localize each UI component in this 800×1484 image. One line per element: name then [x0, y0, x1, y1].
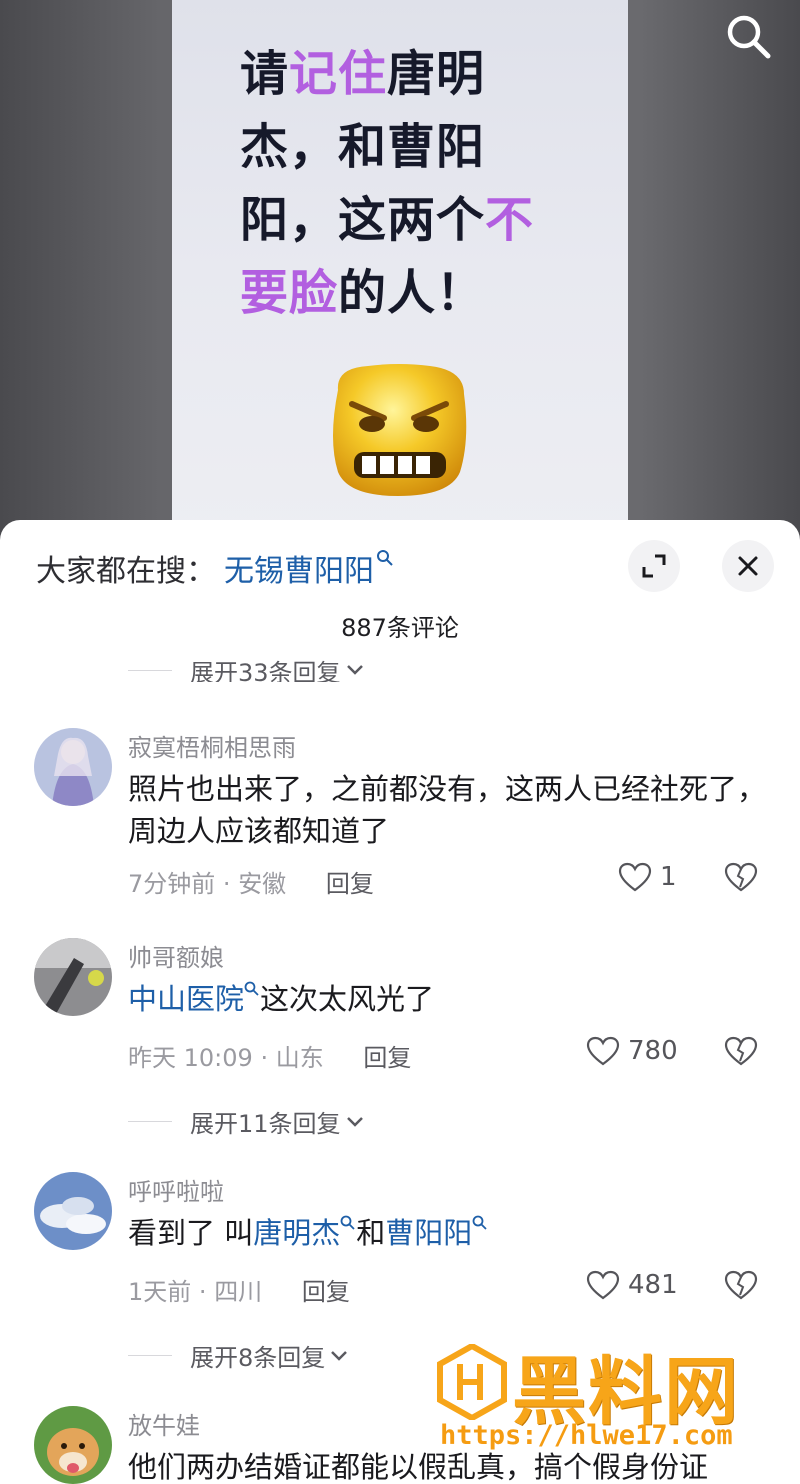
comment-link[interactable]: 中山医院 — [128, 982, 244, 1016]
comment-text-rest: 这次太风光了 — [260, 982, 435, 1016]
comment-item: 呼呼啦啦 看到了 叫唐明杰 和曹阳阳 1天前 · 四川 回复 481 — [0, 1172, 800, 1322]
video-caption: 请记住唐明杰，和曹阳阳，这两个不要脸的人！ — [240, 38, 570, 330]
dislike-button[interactable] — [724, 1036, 758, 1070]
comment-text-prefix: 看到了 叫 — [128, 1216, 254, 1250]
username[interactable]: 寂寞梧桐相思雨 — [128, 728, 296, 763]
search-suggestion: 大家都在搜： 无锡曹阳阳 — [36, 546, 394, 590]
comment-meta: 7分钟前 · 安徽 回复 — [128, 864, 374, 899]
username[interactable]: 呼呼啦啦 — [128, 1172, 224, 1207]
search-button[interactable] — [724, 12, 774, 62]
avatar-image — [34, 728, 112, 806]
comment-time: 昨天 10:09 — [128, 1044, 253, 1072]
reply-button[interactable]: 回复 — [363, 1044, 411, 1072]
comment-time: 1天前 — [128, 1278, 192, 1306]
comment-location: 安徽 — [238, 870, 287, 898]
divider — [128, 1355, 172, 1356]
expand-icon — [642, 554, 666, 578]
like-count: 780 — [628, 1036, 678, 1066]
search-icon — [340, 1215, 355, 1230]
comment-text: 看到了 叫唐明杰 和曹阳阳 — [128, 1212, 768, 1254]
close-icon — [738, 556, 758, 576]
comment-location: 四川 — [214, 1278, 263, 1306]
search-icon — [244, 981, 259, 996]
chevron-down-icon — [346, 665, 363, 675]
avatar-image — [34, 1406, 112, 1484]
caption-segment: 请 — [240, 46, 290, 102]
like-count: 1 — [660, 862, 677, 892]
comment-meta: 昨天 10:09 · 山东 回复 — [128, 1038, 411, 1073]
search-icon — [377, 550, 393, 566]
expand-replies-label: 展开11条回复 — [190, 1110, 341, 1138]
comment-item: 寂寞梧桐相思雨 照片也出来了，之前都没有，这两人已经社死了，周边人应该都知道了 … — [0, 728, 800, 918]
avatar-image — [34, 938, 112, 1016]
chevron-down-icon — [346, 1116, 363, 1127]
comment-count: 887条评论 — [341, 614, 459, 642]
expand-button[interactable] — [628, 540, 680, 592]
broken-heart-icon — [724, 1270, 758, 1300]
like-count: 481 — [628, 1270, 678, 1300]
broken-heart-icon — [724, 862, 758, 892]
comment-item: 帅哥额娘 中山医院 这次太风光了 昨天 10:09 · 山东 回复 780 — [0, 938, 800, 1088]
close-button[interactable] — [722, 540, 774, 592]
comment-meta: 1天前 · 四川 回复 — [128, 1272, 350, 1307]
comment-time: 7分钟前 — [128, 870, 216, 898]
like-button[interactable]: 481 — [586, 1270, 678, 1300]
expand-replies-label: 展开8条回复 — [190, 1344, 326, 1372]
expand-replies-button[interactable]: 展开8条回复 — [128, 1338, 349, 1373]
suggestion-prefix: 大家都在搜： — [36, 554, 216, 589]
divider — [128, 1121, 172, 1122]
expand-replies-button[interactable]: 展开11条回复 — [128, 1104, 365, 1139]
like-button[interactable]: 780 — [586, 1036, 678, 1066]
username[interactable]: 放牛娃 — [128, 1406, 200, 1441]
watermark-logo-icon — [437, 1344, 507, 1420]
separator-dot: · — [260, 1044, 276, 1072]
heart-icon — [618, 862, 652, 892]
search-icon — [727, 15, 771, 59]
comment-link[interactable]: 曹阳阳 — [385, 1216, 472, 1250]
comment-link[interactable]: 唐明杰 — [253, 1216, 340, 1250]
avatar[interactable] — [34, 1406, 112, 1484]
heart-icon — [586, 1270, 620, 1300]
chevron-down-icon — [331, 1350, 348, 1361]
caption-segment: 的人！ — [338, 265, 486, 321]
separator-dot: · — [198, 1278, 215, 1306]
separator-dot: · — [222, 870, 239, 898]
comment-text: 中山医院 这次太风光了 — [128, 978, 768, 1020]
username[interactable]: 帅哥额娘 — [128, 938, 224, 973]
avatar[interactable] — [34, 938, 112, 1016]
divider — [128, 669, 172, 671]
comment-text: 照片也出来了，之前都没有，这两人已经社死了，周边人应该都知道了 — [128, 772, 767, 848]
reply-button[interactable]: 回复 — [302, 1278, 350, 1306]
comment-location: 山东 — [275, 1044, 324, 1072]
dislike-button[interactable] — [724, 862, 758, 896]
broken-heart-icon — [724, 1036, 758, 1066]
avatar-image — [34, 1172, 112, 1250]
comment-text-middle: 和 — [356, 1216, 386, 1250]
suggestion-link[interactable]: 无锡曹阳阳 — [224, 546, 374, 590]
caption-segment-highlight: 记住 — [289, 46, 388, 102]
expand-replies-button[interactable]: 展开33条回复 — [128, 658, 365, 682]
avatar[interactable] — [34, 728, 112, 806]
expand-replies-label: 展开33条回复 — [190, 658, 341, 683]
watermark-url: https://hlwe17.com — [440, 1420, 733, 1451]
heart-icon — [586, 1036, 620, 1066]
reply-button[interactable]: 回复 — [326, 870, 374, 898]
dislike-button[interactable] — [724, 1270, 758, 1304]
search-icon — [472, 1215, 487, 1230]
avatar[interactable] — [34, 1172, 112, 1250]
angry-face-icon — [333, 364, 467, 496]
watermark: 黑料网 https://hlwe17.com — [432, 1338, 772, 1458]
like-button[interactable]: 1 — [618, 862, 677, 892]
